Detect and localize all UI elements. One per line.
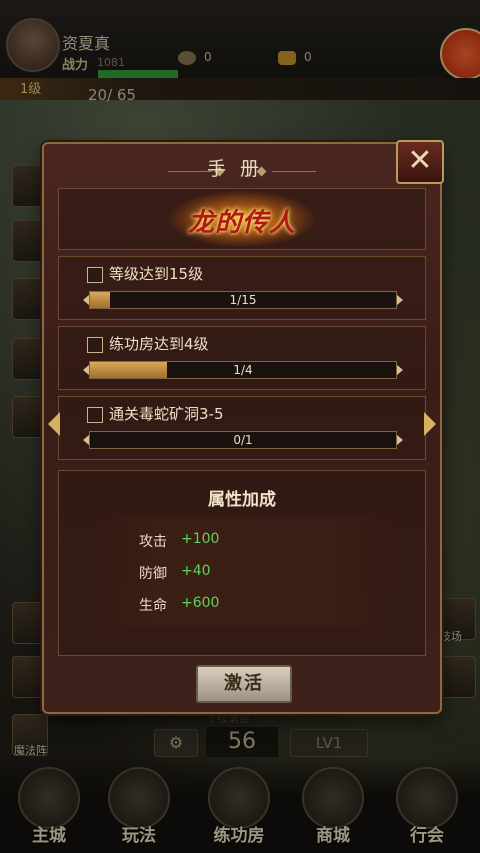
bar-cap-right — [397, 295, 403, 305]
bar-cap-left — [83, 365, 89, 375]
task-name: 等级达到15级 — [109, 265, 204, 283]
task-name: 通关毒蛇矿洞3-5 — [109, 405, 224, 423]
attribute-key: 生命 — [139, 598, 167, 614]
attribute-title: 属性加成 — [208, 490, 276, 510]
handbook-modal: 手册 ✕ 龙的传人 等级达到15级 1/15 练功房达到4级 1/4 通关毒蛇矿… — [42, 140, 444, 714]
prev-page-arrow-icon[interactable] — [48, 412, 60, 436]
task-name: 练功房达到4级 — [109, 335, 209, 353]
close-button[interactable]: ✕ — [396, 140, 444, 184]
task-progress-bar: 0/1 — [83, 431, 403, 449]
task-item: 练功房达到4级 1/4 — [58, 326, 426, 390]
task-progress-bar: 1/15 — [83, 291, 403, 309]
banner-title: 龙的传人 — [187, 208, 296, 238]
attribute-key: 攻击 — [139, 534, 167, 550]
task-checkbox[interactable] — [87, 337, 103, 353]
next-page-arrow-icon[interactable] — [424, 412, 436, 436]
task-checkbox[interactable] — [87, 267, 103, 283]
close-icon: ✕ — [407, 143, 433, 178]
attribute-bonus-box: 属性加成 攻击 +100 防御 +40 生命 +600 — [58, 470, 426, 656]
task-progress-text: 1/15 — [229, 293, 257, 307]
bar-cap-left — [83, 295, 89, 305]
bar-cap-right — [397, 365, 403, 375]
achievement-banner: 龙的传人 — [58, 188, 426, 250]
task-item: 通关毒蛇矿洞3-5 0/1 — [58, 396, 426, 460]
attribute-value: +40 — [181, 563, 211, 579]
title-ornament-right — [272, 171, 316, 172]
task-checkbox[interactable] — [87, 407, 103, 423]
modal-title: 手册 — [206, 158, 273, 180]
bar-cap-right — [397, 435, 403, 445]
attribute-value: +600 — [181, 595, 220, 611]
task-progress-text: 1/4 — [233, 363, 253, 377]
task-progress-text: 0/1 — [233, 433, 253, 447]
bar-cap-left — [83, 435, 89, 445]
modal-title-bar: 手册 — [50, 148, 430, 188]
attribute-value: +100 — [181, 531, 220, 547]
task-progress-bar: 1/4 — [83, 361, 403, 379]
activate-button[interactable]: 激活 — [196, 665, 292, 703]
task-item: 等级达到15级 1/15 — [58, 256, 426, 320]
attribute-key: 防御 — [139, 566, 167, 582]
